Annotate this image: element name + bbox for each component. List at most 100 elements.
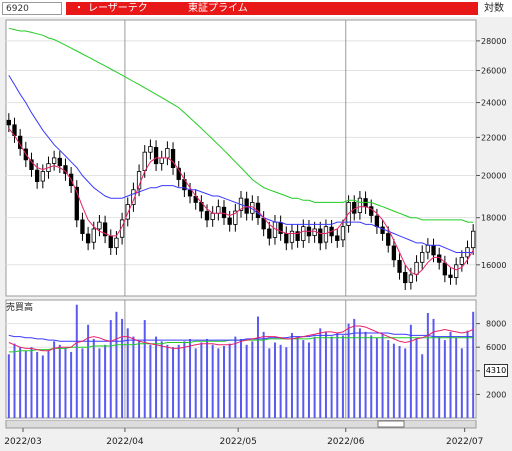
- volume-bar: [104, 344, 107, 418]
- price-chart[interactable]: 16000 18000 20000 22000 24000 26000 28000: [0, 18, 512, 298]
- candle-body: [414, 261, 419, 275]
- volume-bar: [364, 331, 367, 418]
- volume-bar: [13, 343, 16, 418]
- volume-bar: [421, 354, 424, 418]
- volume-bar: [81, 348, 84, 418]
- volume-bar: [234, 336, 237, 418]
- candle-body: [267, 228, 272, 239]
- date-tick-label: 2022/06: [327, 437, 365, 447]
- candle-body: [340, 226, 346, 241]
- candle-body: [91, 228, 96, 243]
- volume-bar: [426, 312, 429, 418]
- volume-tick-label: 8000: [486, 320, 506, 329]
- volume-bar: [149, 344, 152, 418]
- volume-bar: [319, 328, 322, 418]
- candle-body: [357, 197, 363, 213]
- volume-bar: [228, 343, 231, 418]
- candle-body: [170, 148, 176, 168]
- candle-body: [403, 271, 408, 284]
- volume-bar: [217, 348, 220, 418]
- volume-bar: [132, 336, 135, 418]
- volume-bar: [92, 338, 95, 418]
- volume-bar: [381, 334, 384, 418]
- volume-bar: [138, 341, 141, 418]
- candle-body: [335, 235, 340, 241]
- volume-bar: [41, 355, 44, 418]
- candle-body: [114, 237, 119, 249]
- candle-body: [80, 219, 85, 234]
- candle-body: [51, 157, 57, 164]
- stock-code-field[interactable]: 6920: [2, 2, 62, 15]
- candle-body: [159, 157, 164, 164]
- volume-bar: [358, 328, 361, 418]
- volume-bar: [183, 341, 186, 418]
- volume-bar: [449, 331, 452, 418]
- price-tick-label: 24000: [481, 99, 506, 108]
- candle-body: [397, 260, 402, 273]
- candle-body: [153, 147, 159, 165]
- volume-bar: [256, 316, 259, 418]
- candle-body: [391, 245, 397, 261]
- company-name: レーザーテク: [88, 3, 148, 14]
- candle-body: [210, 212, 215, 220]
- candle-body: [40, 171, 45, 182]
- volume-bar: [262, 331, 265, 418]
- volume-bar: [432, 318, 435, 418]
- volume-bar: [200, 342, 203, 418]
- candle-body: [425, 244, 431, 253]
- candle-body: [165, 148, 170, 159]
- volume-bar: [223, 346, 226, 418]
- candle-body: [97, 221, 102, 230]
- volume-bar: [177, 344, 180, 418]
- price-tick-label: 22000: [481, 133, 506, 142]
- candle-body: [408, 274, 414, 283]
- candle-body: [142, 151, 147, 171]
- volume-bar: [268, 348, 271, 418]
- volume-bar: [53, 341, 56, 418]
- volume-bar: [64, 348, 67, 418]
- name-bar-dot: ・: [74, 3, 84, 14]
- volume-bar: [251, 341, 254, 418]
- volume-bar: [75, 304, 78, 418]
- volume-bar: [443, 340, 446, 418]
- candle-body: [459, 256, 464, 265]
- date-axis[interactable]: 2022/03 2022/04 2022/05 2022/06 2022/07: [0, 420, 512, 451]
- volume-bar: [375, 337, 378, 418]
- volume-bar: [409, 324, 412, 418]
- volume-bar: [296, 336, 299, 418]
- volume-bar: [341, 335, 344, 418]
- volume-bar: [47, 350, 50, 418]
- candle-body: [471, 230, 476, 249]
- volume-bar: [121, 318, 124, 418]
- price-tick-label: 28000: [481, 37, 506, 46]
- volume-bar: [143, 320, 146, 418]
- price-tick-label: 20000: [481, 172, 506, 181]
- volume-bar: [155, 336, 158, 418]
- volume-bar: [19, 347, 22, 418]
- candle-body: [227, 217, 232, 225]
- volume-bar: [472, 311, 475, 418]
- volume-current-value: 4310: [484, 364, 508, 377]
- volume-bar: [404, 348, 407, 418]
- volume-bar: [466, 330, 469, 418]
- volume-bar: [24, 350, 27, 418]
- volume-bar: [290, 333, 293, 418]
- date-tick-label: 2022/03: [4, 437, 41, 447]
- volume-bar: [115, 311, 118, 418]
- date-tick-label: 2022/07: [446, 437, 483, 447]
- candle-body: [108, 236, 113, 249]
- volume-bar: [302, 340, 305, 418]
- candle-body: [289, 230, 295, 243]
- volume-bar: [194, 348, 197, 418]
- volume-bar: [98, 348, 101, 418]
- volume-tick-label: 6000: [486, 343, 506, 352]
- log-scale-label[interactable]: 対数: [484, 2, 504, 15]
- stock-name-bar[interactable]: ・ レーザーテク 東証プライム: [66, 2, 478, 15]
- date-tick-label: 2022/04: [106, 437, 144, 447]
- candle-body: [34, 169, 40, 182]
- volume-bar: [336, 333, 339, 418]
- candle-body: [6, 119, 11, 126]
- volume-bar: [211, 344, 214, 418]
- volume-chart[interactable]: 2000400060008000: [0, 298, 512, 420]
- candle-body: [442, 262, 448, 276]
